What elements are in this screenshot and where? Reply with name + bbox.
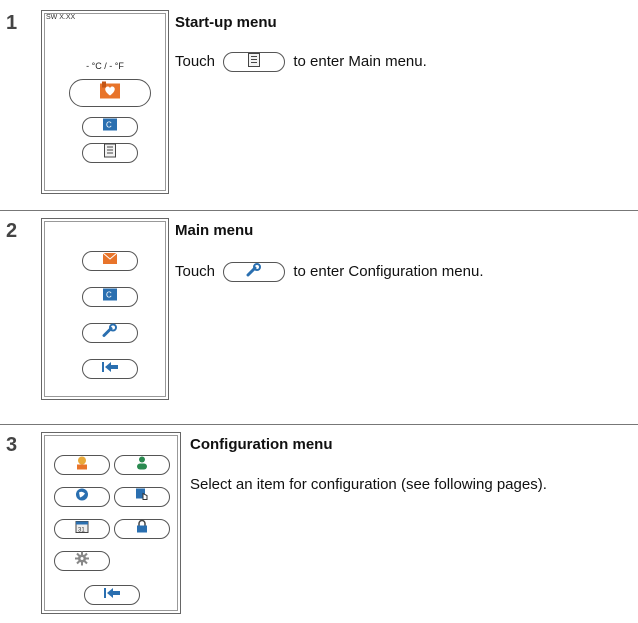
wrench-icon xyxy=(246,263,262,281)
svg-text:31: 31 xyxy=(78,528,85,534)
thermostat-button[interactable]: C xyxy=(82,287,138,307)
menu-list-icon xyxy=(104,143,116,163)
user-profile-icon xyxy=(75,456,89,475)
lock-icon xyxy=(136,519,148,539)
step-title: Configuration menu xyxy=(190,436,333,453)
settings-button[interactable] xyxy=(54,551,110,571)
configuration-button[interactable] xyxy=(82,323,138,343)
inline-menu-button xyxy=(223,52,286,72)
section-divider xyxy=(0,210,638,211)
instruction-prefix: Touch xyxy=(175,262,216,280)
calendar-button[interactable]: 31 xyxy=(54,519,110,539)
user-green-icon xyxy=(135,456,149,475)
temperature-readout: - °C / - °F xyxy=(86,61,124,71)
menu-button[interactable] xyxy=(82,143,138,163)
heart-home-icon xyxy=(98,81,122,106)
device-screen-startup: SW X.XX - °C / - °F C xyxy=(41,10,169,194)
user-profile-button[interactable] xyxy=(54,455,110,475)
step-instruction: Touch to enter Main menu. xyxy=(175,52,427,72)
step-number: 3 xyxy=(6,434,18,456)
instruction-suffix: to enter Configuration menu. xyxy=(293,262,484,280)
globe-icon xyxy=(75,488,89,507)
menu-list-icon xyxy=(248,53,261,71)
calendar-icon: 31 xyxy=(75,520,89,539)
step-title: Main menu xyxy=(175,222,254,239)
inline-wrench-button xyxy=(223,262,286,282)
svg-text:C: C xyxy=(106,291,112,300)
step-number: 2 xyxy=(6,220,18,242)
messages-button[interactable] xyxy=(82,251,138,271)
instruction-suffix: to enter Main menu. xyxy=(293,52,427,70)
software-version-label: SW X.XX xyxy=(46,14,76,21)
device-screen-configuration: 31 xyxy=(41,432,181,614)
envelope-heart-icon xyxy=(102,252,118,270)
step-instruction: Select an item for configuration (see fo… xyxy=(190,476,547,493)
touch-hand-icon xyxy=(135,488,149,507)
thermostat-c-icon: C xyxy=(102,118,118,137)
gear-icon xyxy=(75,551,89,571)
lock-button[interactable] xyxy=(114,519,170,539)
touch-settings-button[interactable] xyxy=(114,487,170,507)
step-number: 1 xyxy=(6,12,18,34)
step-instruction: Touch to enter Configuration menu. xyxy=(175,262,484,282)
back-button[interactable] xyxy=(84,585,140,605)
wrench-icon xyxy=(102,323,118,343)
back-arrow-icon xyxy=(103,586,121,604)
step-title: Start-up menu xyxy=(175,14,277,31)
user-account-button[interactable] xyxy=(114,455,170,475)
svg-text:C: C xyxy=(106,121,112,130)
thermostat-button[interactable]: C xyxy=(82,117,138,137)
back-arrow-icon xyxy=(101,360,119,378)
instruction-prefix: Touch xyxy=(175,52,216,70)
back-button[interactable] xyxy=(82,359,138,379)
device-screen-main: C xyxy=(41,218,169,400)
section-divider xyxy=(0,424,638,425)
network-button[interactable] xyxy=(54,487,110,507)
thermostat-c-icon: C xyxy=(102,288,118,307)
home-button[interactable] xyxy=(69,79,151,107)
